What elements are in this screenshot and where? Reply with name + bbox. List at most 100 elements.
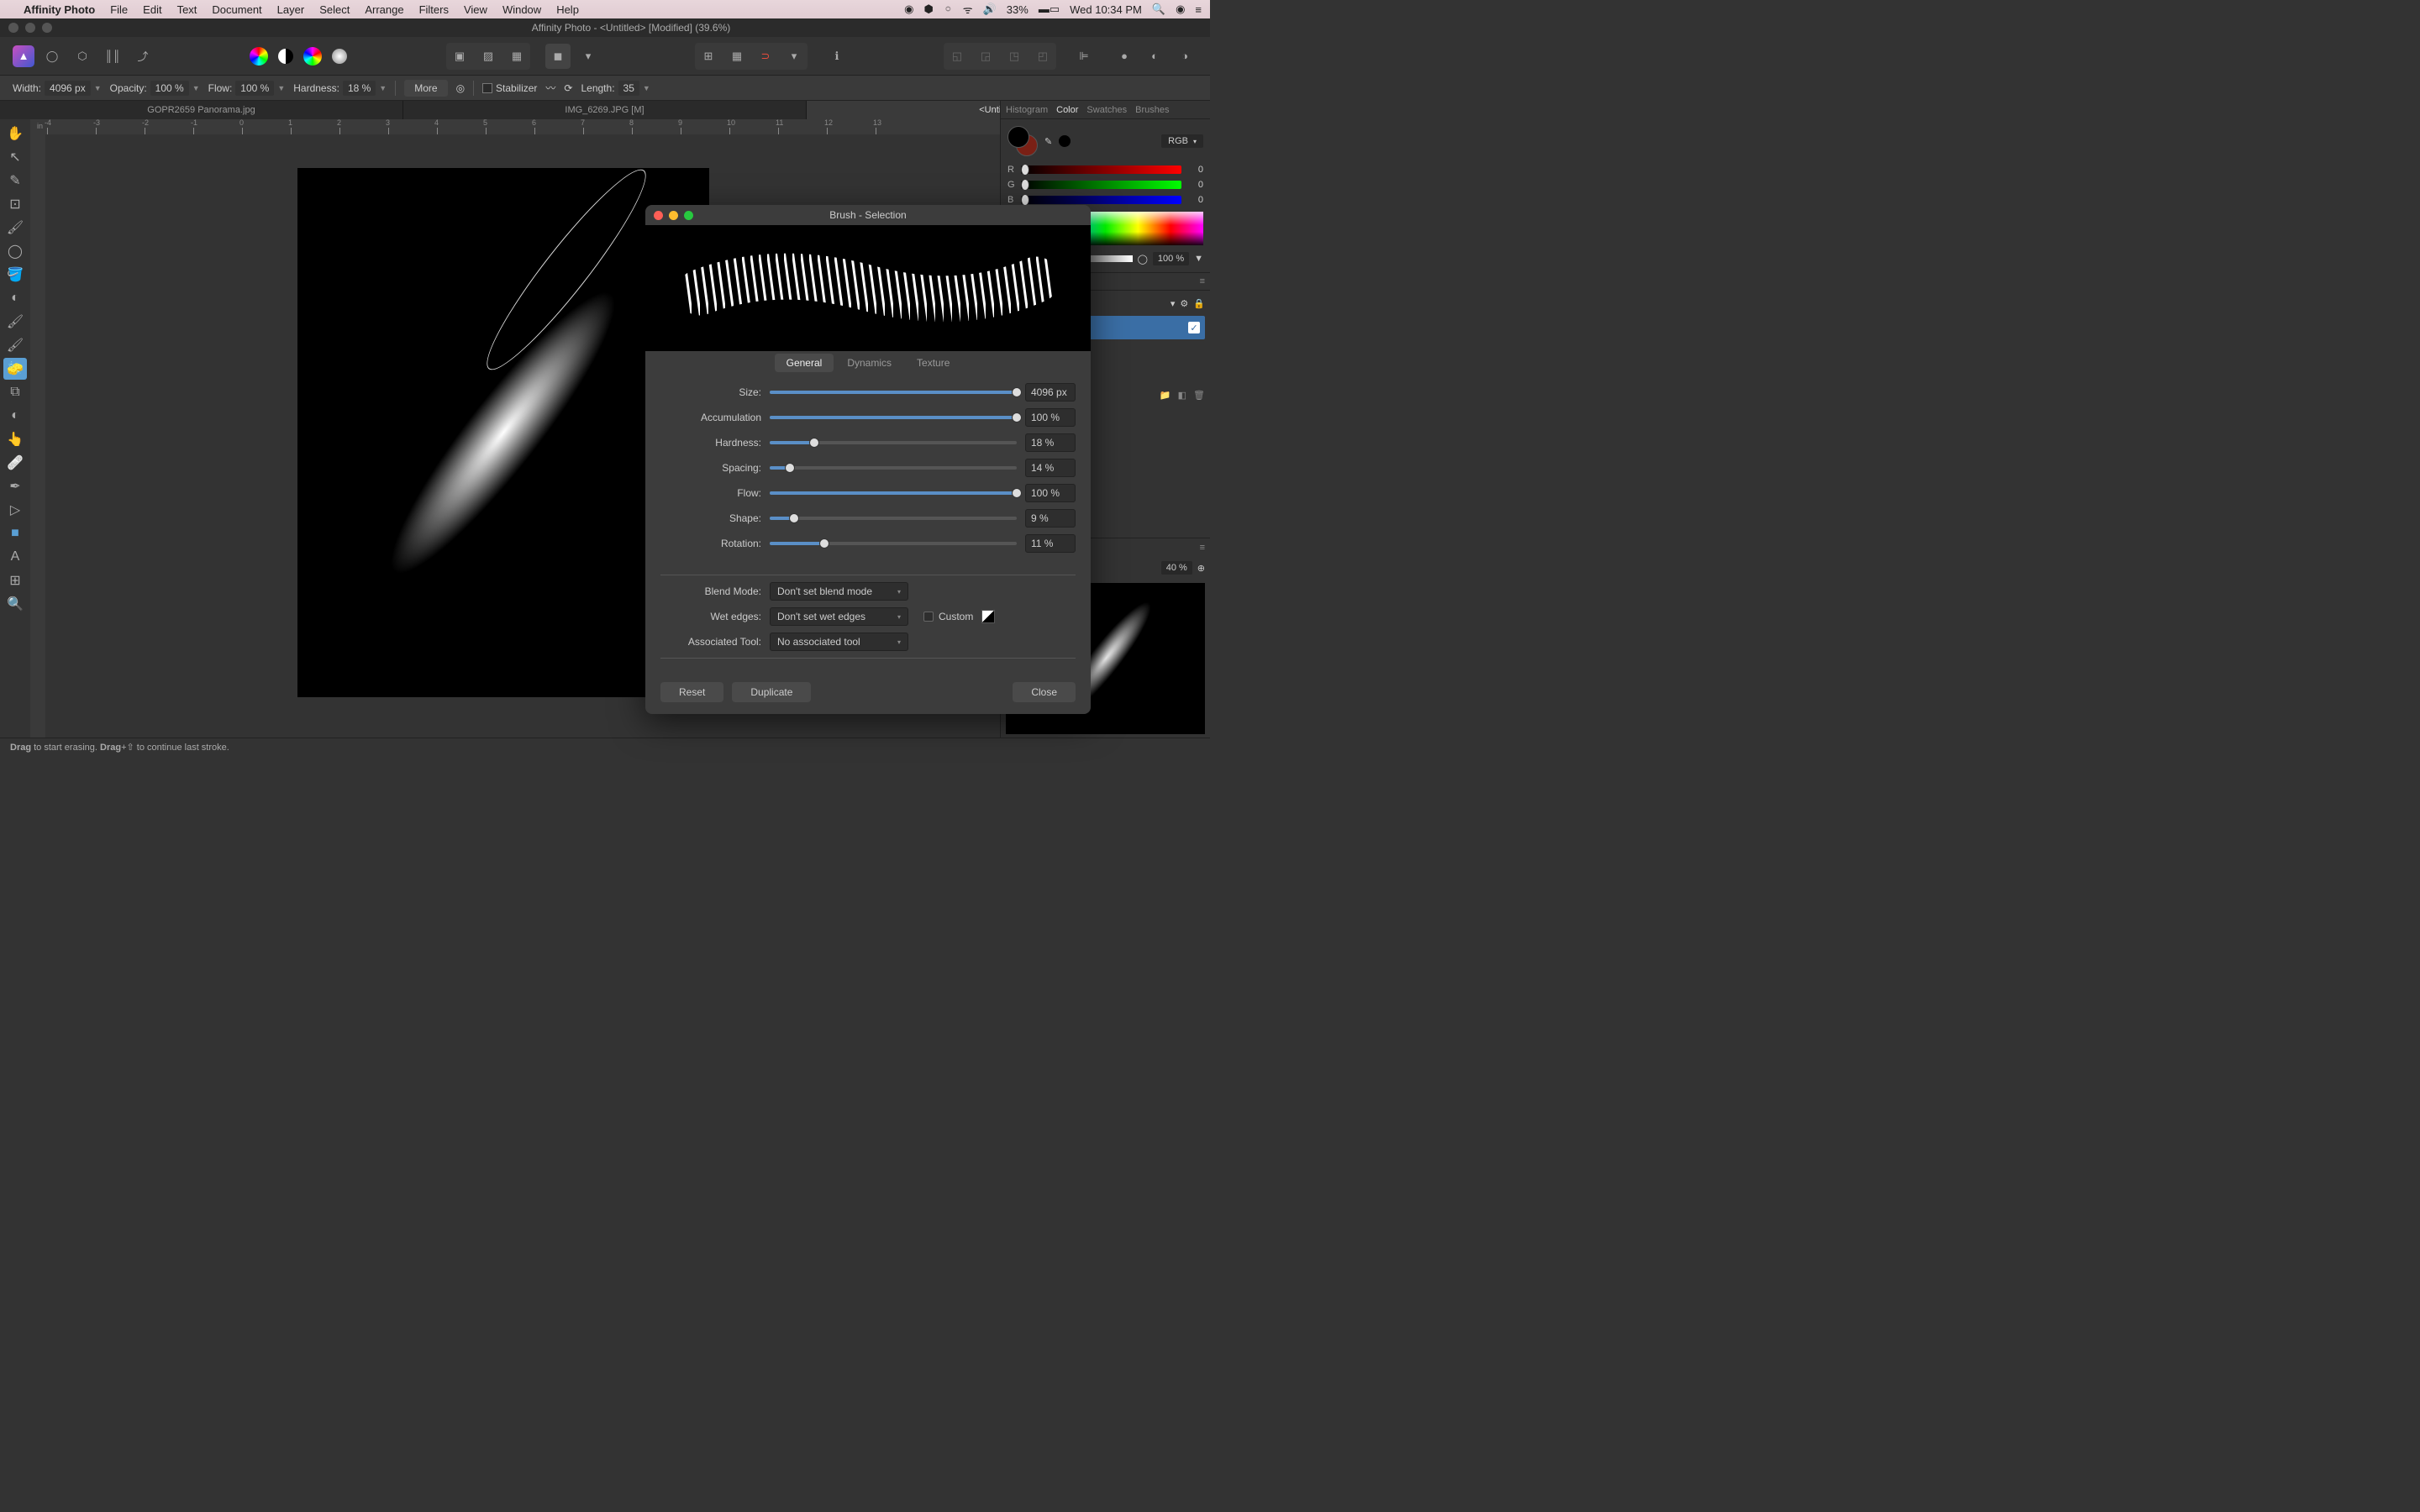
pixel-tool[interactable]: 🖌 [3,334,27,356]
erase-brush-tool[interactable]: 🧽 [3,358,27,380]
prop-slider-0[interactable] [770,391,1017,394]
geometry-subtract-icon[interactable]: ◐ [1142,44,1167,69]
menubar-app-icon-1[interactable]: ◉ [904,3,913,16]
layer-lock-icon[interactable]: 🔒 [1193,298,1205,309]
menu-file[interactable]: File [110,3,128,16]
menu-window[interactable]: Window [502,3,541,16]
b-slider[interactable] [1021,196,1181,204]
length-value[interactable]: 35 [618,81,639,96]
layer-visibility-checkbox[interactable]: ✓ [1188,322,1200,333]
mesh-tool[interactable]: ⊞ [3,570,27,591]
tab-color[interactable]: Color [1056,105,1078,115]
volume-icon[interactable]: 🔊 [983,3,997,16]
hardness-dropdown[interactable]: ▼ [379,84,387,92]
width-dropdown[interactable]: ▼ [94,84,102,92]
text-tool[interactable]: A [3,546,27,568]
doc-tab-0[interactable]: GOPR2659 Panorama.jpg [0,101,403,119]
menu-filters[interactable]: Filters [419,3,449,16]
dialog-tab-dynamics[interactable]: Dynamics [835,354,903,372]
prop-value-2[interactable]: 18 % [1025,433,1076,452]
prop-value-3[interactable]: 14 % [1025,459,1076,477]
hardness-value[interactable]: 18 % [343,81,376,96]
wifi-icon[interactable]: 󠀠ᯤ [963,2,973,17]
g-slider[interactable] [1021,181,1181,189]
layer-delete-icon[interactable]: 🗑 [1193,390,1205,401]
layer-blend-dropdown[interactable]: ▾ [1171,298,1176,309]
photo-persona-icon[interactable]: ▲ [13,45,34,67]
notification-center-icon[interactable]: ≡ [1195,3,1202,16]
move-tool[interactable]: ↖ [3,146,27,168]
custom-checkbox[interactable] [923,612,934,622]
width-value[interactable]: 4096 px [45,81,91,96]
contrast-icon[interactable] [273,44,298,69]
channels-icon[interactable] [250,47,268,66]
stabilizer-mode2-icon[interactable]: ⟳ [564,82,572,94]
wet-edges-select[interactable]: Don't set wet edges▾ [770,607,908,626]
export-persona-icon[interactable]: ⤴ [130,44,155,69]
spotlight-icon[interactable]: 🔍 [1152,3,1165,16]
panel-opacity-value[interactable]: 100 % [1153,252,1189,265]
arrange-1-icon[interactable]: ◱ [945,45,969,68]
marquee-tool[interactable]: ◯ [3,240,27,262]
develop-persona-icon[interactable]: ⬡ [70,44,95,69]
b-value[interactable]: 0 [1186,195,1203,205]
prop-slider-6[interactable] [770,542,1017,545]
battery-icon[interactable]: ▬▭ [1039,3,1060,16]
liquify-persona-icon[interactable]: ◯ [39,44,65,69]
doc-tab-1[interactable]: IMG_6269.JPG [M] [403,101,807,119]
color-swatch-pair[interactable] [1007,126,1038,156]
more-button[interactable]: More [404,80,447,97]
dialog-tab-texture[interactable]: Texture [905,354,961,372]
prop-slider-4[interactable] [770,491,1017,495]
associated-tool-select[interactable]: No associated tool▾ [770,633,908,651]
geometry-intersect-icon[interactable]: ◑ [1172,44,1197,69]
snap-pixel-icon[interactable]: ▦ [725,45,749,68]
arrange-2-icon[interactable]: ◲ [974,45,997,68]
prop-slider-3[interactable] [770,466,1017,470]
tab-swatches[interactable]: Swatches [1086,105,1127,115]
g-value[interactable]: 0 [1186,180,1203,190]
flood-fill-tool[interactable]: 🪣 [3,264,27,286]
menu-document[interactable]: Document [212,3,261,16]
char-menu-icon[interactable]: ≡ [1200,543,1205,553]
opacity-full-icon[interactable]: ◯ [1138,254,1148,265]
app-name[interactable]: Affinity Photo [24,3,95,16]
char-add-icon[interactable]: ⊕ [1197,563,1205,574]
duplicate-button[interactable]: Duplicate [732,682,811,702]
selection-new-icon[interactable]: ▣ [448,45,471,68]
color-picker-tool[interactable]: ✎ [3,170,27,192]
flow-dropdown[interactable]: ▼ [277,84,285,92]
stabilizer-checkbox[interactable]: Stabilizer [482,82,537,94]
assistant-icon[interactable]: ℹ [824,44,850,69]
flow-value[interactable]: 100 % [235,81,274,96]
pen-tool[interactable]: ✒ [3,475,27,497]
tone-map-persona-icon[interactable]: ║║ [100,44,125,69]
smudge-tool[interactable]: 👆 [3,428,27,450]
color-wheel-icon[interactable] [303,47,322,66]
prop-value-5[interactable]: 9 % [1025,509,1076,528]
menu-select[interactable]: Select [319,3,350,16]
selection-brush-tool[interactable]: 🖌 [3,217,27,239]
prop-value-0[interactable]: 4096 px [1025,383,1076,402]
color-mode-dropdown[interactable]: RGB▾ [1161,134,1203,148]
lightness-icon[interactable] [327,44,352,69]
hand-tool[interactable]: ✋ [3,123,27,144]
layer-settings-icon[interactable]: ⚙ [1180,298,1188,309]
r-value[interactable]: 0 [1186,165,1203,175]
healing-tool[interactable]: 🩹 [3,452,27,474]
length-dropdown[interactable]: ▼ [643,84,650,92]
snap-grid-icon[interactable]: ⊞ [697,45,720,68]
node-tool[interactable]: ▷ [3,499,27,521]
layer-folder-icon[interactable]: 📁 [1160,390,1171,401]
dialog-titlebar[interactable]: Brush - Selection [645,205,1091,225]
prop-slider-2[interactable] [770,441,1017,444]
dialog-tab-general[interactable]: General [775,354,834,372]
quick-mask-icon[interactable]: ◼ [545,44,571,69]
shape-tool[interactable]: ■ [3,522,27,544]
align-icon[interactable]: ⊫ [1071,44,1097,69]
dodge-tool[interactable]: ◐ [3,405,27,427]
pressure-icon[interactable]: ◎ [456,82,465,94]
selection-subtract-icon[interactable]: ▦ [505,45,529,68]
stabilizer-mode1-icon[interactable]: 〰 [545,81,555,95]
close-window[interactable] [8,23,18,33]
